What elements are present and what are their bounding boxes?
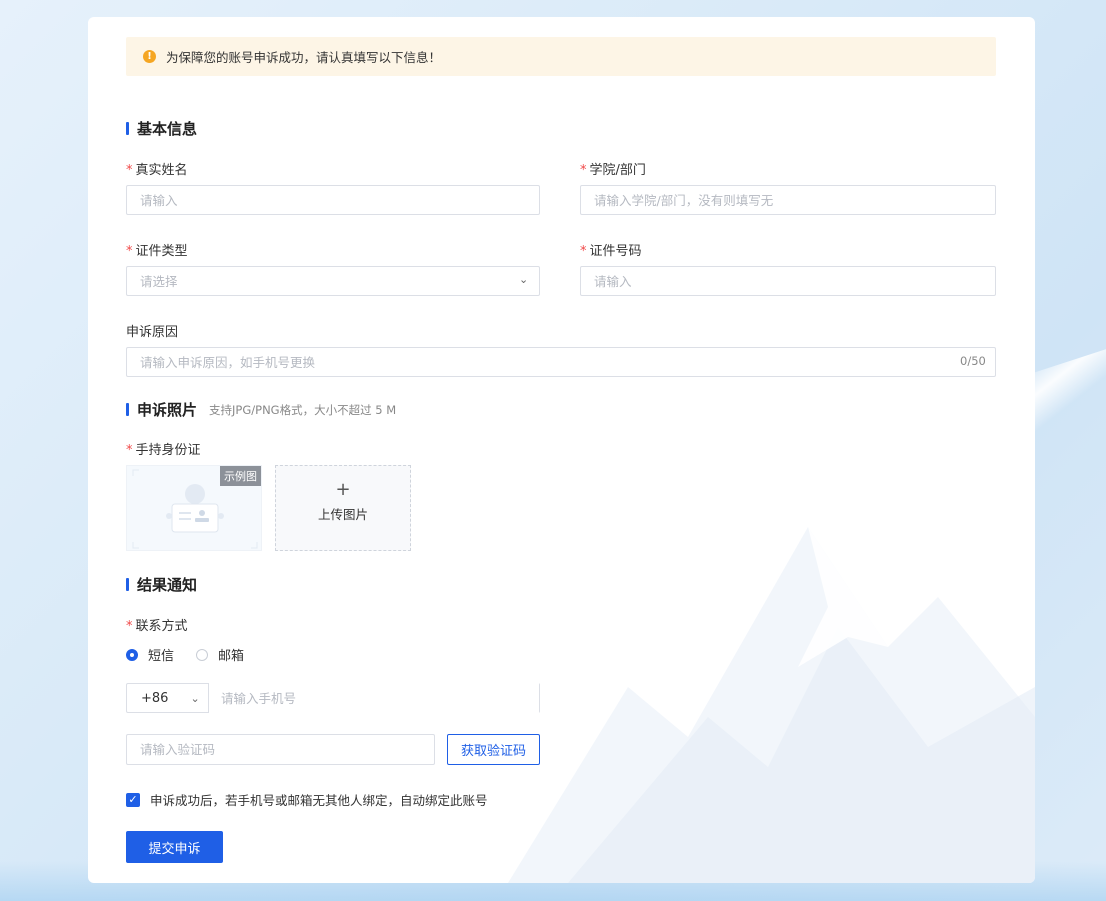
plus-icon: + (335, 479, 351, 500)
department-label: * 学院/部门 (580, 163, 646, 178)
section-hint: 支持JPG/PNG格式，大小不超过 5 M (209, 402, 397, 417)
phone-input[interactable] (209, 683, 539, 713)
section-title: 申诉照片 (137, 401, 198, 419)
get-code-button[interactable]: 获取验证码 (447, 734, 540, 765)
auto-bind-checkbox[interactable]: ✓ (126, 792, 140, 807)
chevron-down-icon: ⌄ (190, 691, 200, 705)
required-mark: * (126, 619, 133, 634)
radio-email[interactable] (196, 648, 209, 661)
required-mark: * (126, 163, 133, 178)
required-mark: * (580, 163, 587, 178)
contact-label: * 联系方式 (126, 619, 188, 634)
id-photo-label: * 手持身份证 (126, 443, 201, 458)
id-number-input[interactable] (580, 266, 996, 296)
department-input[interactable] (580, 185, 996, 215)
reason-label: 申诉原因 (126, 325, 179, 340)
sample-image: 示例图 (126, 465, 262, 551)
section-basic-info: 基本信息 (126, 118, 197, 139)
section-title: 基本信息 (137, 120, 198, 138)
verification-code-input[interactable] (126, 734, 435, 765)
upload-image-button[interactable]: + 上传图片 (275, 465, 411, 551)
warning-icon: ! (143, 50, 156, 63)
id-type-select[interactable] (126, 266, 540, 296)
auto-bind-agreement: ✓ 申诉成功后，若手机号或邮箱无其他人绑定，自动绑定此账号 (126, 790, 488, 809)
section-appeal-photo: 申诉照片 支持JPG/PNG格式，大小不超过 5 M (126, 399, 396, 420)
sample-tag: 示例图 (220, 466, 261, 486)
section-bar (126, 578, 129, 591)
appeal-form-card: ! 为保障您的账号申诉成功，请认真填写以下信息！ 基本信息 *真实姓名 *学院/… (88, 17, 1035, 883)
radio-sms-label[interactable]: 短信 (148, 645, 174, 664)
id-type-label: * 证件类型 (126, 244, 188, 259)
id-number-label: * 证件号码 (580, 244, 642, 259)
section-title: 结果通知 (137, 576, 198, 594)
required-mark: * (580, 244, 587, 259)
country-code-value: +86 (141, 690, 169, 706)
country-code-select[interactable]: +86 ⌄ (127, 684, 209, 712)
real-name-input[interactable] (126, 185, 540, 215)
contact-method-radio-group: 短信 邮箱 (126, 645, 266, 664)
real-name-label: * 真实姓名 (126, 163, 188, 178)
reason-input[interactable] (126, 347, 996, 377)
section-bar (126, 403, 129, 416)
radio-email-label[interactable]: 邮箱 (218, 645, 244, 664)
reason-char-counter: 0/50 (960, 354, 986, 368)
section-bar (126, 122, 129, 135)
chevron-down-icon: ⌄ (519, 273, 529, 286)
radio-sms[interactable] (126, 648, 138, 661)
notice-banner: ! 为保障您的账号申诉成功，请认真填写以下信息！ (126, 37, 996, 76)
required-mark: * (126, 244, 133, 259)
mountain-background-illustration (508, 527, 1035, 883)
submit-appeal-button[interactable]: 提交申诉 (126, 831, 223, 863)
upload-label: 上传图片 (317, 507, 368, 522)
notice-text: 为保障您的账号申诉成功，请认真填写以下信息！ (166, 50, 442, 65)
auto-bind-label: 申诉成功后，若手机号或邮箱无其他人绑定，自动绑定此账号 (150, 793, 488, 808)
section-result-notice: 结果通知 (126, 574, 197, 595)
required-mark: * (126, 443, 133, 458)
phone-input-group: +86 ⌄ (126, 683, 540, 713)
